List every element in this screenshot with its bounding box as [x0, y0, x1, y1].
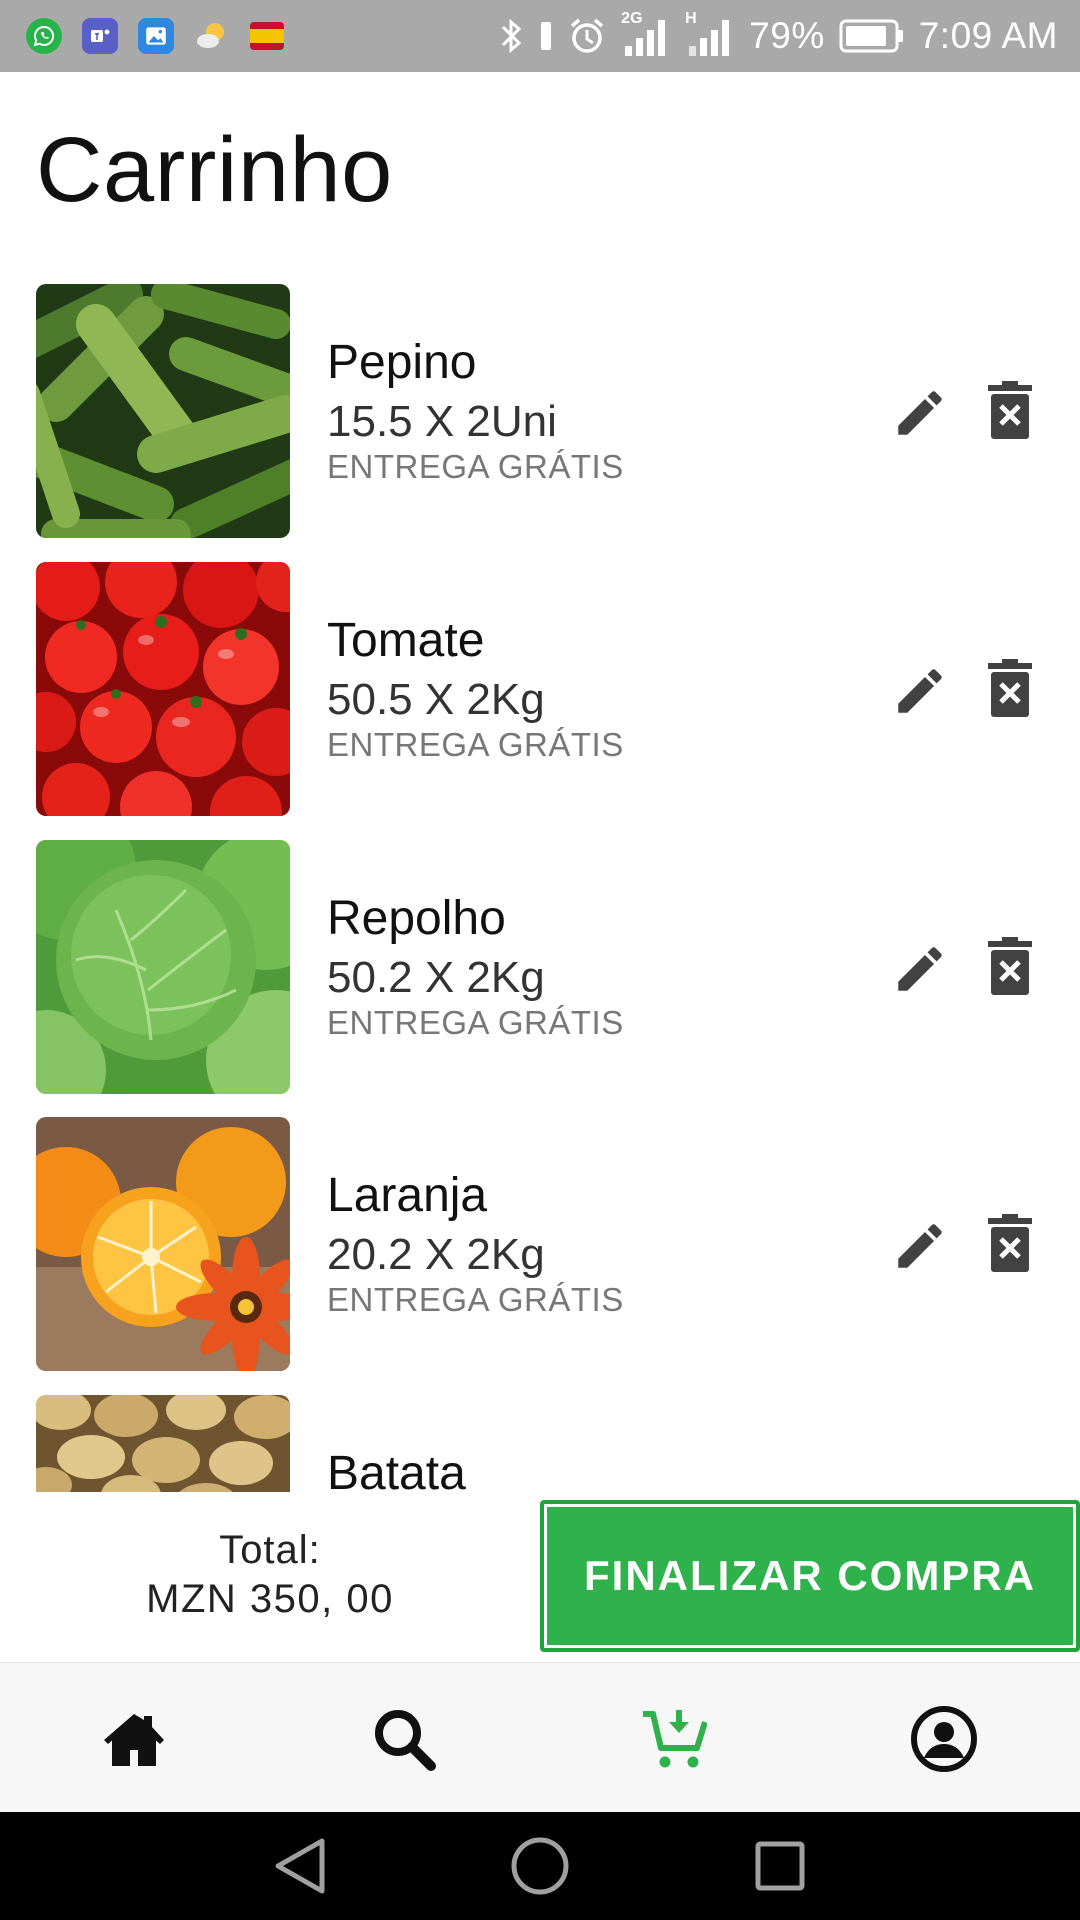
- edit-button[interactable]: [888, 659, 952, 723]
- product-image-laranja: [36, 1117, 290, 1371]
- item-delivery: ENTREGA GRÁTIS: [327, 726, 624, 763]
- alarm-icon: [571, 18, 604, 53]
- nav-cart[interactable]: [636, 1701, 712, 1777]
- item-details: Tomate 50.5 X 2Kg ENTREGA GRÁTIS: [327, 612, 624, 762]
- battery-percent: 79%: [749, 15, 825, 56]
- network-2g-label: 2G: [621, 10, 643, 27]
- item-details: Pepino 15.5 X 2Uni ENTREGA GRÁTIS: [327, 334, 624, 484]
- system-recents-button[interactable]: [748, 1834, 812, 1898]
- profile-icon: [911, 1706, 977, 1772]
- delete-button[interactable]: [984, 655, 1036, 721]
- total-block: Total: MZN 350, 00: [0, 1526, 540, 1624]
- signal-h-icon: H: [685, 10, 735, 60]
- trash-icon: [988, 1214, 1032, 1272]
- product-image-repolho: [36, 840, 290, 1094]
- item-name: Repolho: [327, 892, 506, 945]
- item-quantity: 50.2 X 2Kg: [327, 953, 545, 1002]
- item-name: Batata: [327, 1447, 466, 1492]
- total-label: Total:: [219, 1528, 321, 1572]
- delete-button[interactable]: [984, 1210, 1036, 1276]
- notification-icons: [26, 18, 284, 54]
- item-delivery: ENTREGA GRÁTIS: [327, 1281, 624, 1318]
- nav-home[interactable]: [96, 1701, 172, 1777]
- item-delivery: ENTREGA GRÁTIS: [327, 448, 624, 485]
- edit-button[interactable]: [888, 1214, 952, 1278]
- pencil-icon: [898, 947, 942, 991]
- item-name: Laranja: [327, 1169, 488, 1222]
- cart-item[interactable]: Laranja 20.2 X 2Kg ENTREGA GRÁTIS: [0, 1117, 1080, 1371]
- recents-square-icon: [755, 1841, 805, 1891]
- back-triangle-icon: [275, 1838, 325, 1894]
- gallery-icon: [138, 18, 174, 54]
- system-home-button[interactable]: [508, 1834, 572, 1898]
- teams-icon: [82, 18, 118, 54]
- delete-button[interactable]: [984, 377, 1036, 443]
- cart-item[interactable]: Batata: [0, 1395, 1080, 1492]
- pencil-icon: [898, 391, 942, 435]
- home-circle-icon: [511, 1837, 569, 1895]
- pencil-icon: [898, 669, 942, 713]
- item-details: Batata: [327, 1445, 466, 1492]
- home-icon: [104, 1714, 164, 1766]
- checkout-bar: Total: MZN 350, 00 FINALIZAR COMPRA: [0, 1492, 1080, 1662]
- bluetooth-icon: [502, 18, 522, 54]
- cart-download-icon: [643, 1710, 707, 1768]
- cart-list[interactable]: Pepino 15.5 X 2Uni ENTREGA GRÁTIS Tomate…: [0, 284, 1080, 1492]
- whatsapp-icon: [26, 18, 62, 54]
- trash-icon: [988, 937, 1032, 995]
- item-name: Pepino: [327, 336, 477, 389]
- pencil-icon: [898, 1224, 942, 1268]
- page-title: Carrinho: [36, 119, 393, 221]
- item-quantity: 50.5 X 2Kg: [327, 675, 545, 724]
- total-value: MZN 350, 00: [146, 1577, 394, 1621]
- vibrate-icon: [541, 22, 552, 50]
- cart-item[interactable]: Tomate 50.5 X 2Kg ENTREGA GRÁTIS: [0, 562, 1080, 816]
- trash-icon: [988, 381, 1032, 439]
- system-navigation-bar: [0, 1812, 1080, 1920]
- edit-button[interactable]: [888, 381, 952, 445]
- product-image-pepino: [36, 284, 290, 538]
- item-details: Laranja 20.2 X 2Kg ENTREGA GRÁTIS: [327, 1167, 624, 1317]
- search-icon: [375, 1710, 436, 1771]
- clock: 7:09 AM: [918, 15, 1058, 56]
- item-details: Repolho 50.2 X 2Kg ENTREGA GRÁTIS: [327, 890, 624, 1040]
- network-h-label: H: [685, 10, 697, 27]
- nav-search[interactable]: [366, 1701, 442, 1777]
- system-back-button[interactable]: [268, 1834, 332, 1898]
- cart-item[interactable]: Pepino 15.5 X 2Uni ENTREGA GRÁTIS: [0, 284, 1080, 538]
- nav-profile[interactable]: [906, 1701, 982, 1777]
- product-image-tomate: [36, 562, 290, 816]
- spain-flag-icon: [250, 22, 284, 50]
- weather-icon: [194, 18, 230, 54]
- item-name: Tomate: [327, 614, 485, 667]
- item-quantity: 15.5 X 2Uni: [327, 397, 557, 446]
- battery-icon: [839, 19, 903, 53]
- item-quantity: 20.2 X 2Kg: [327, 1230, 545, 1279]
- status-bar: 2G H 79% 7:09 AM: [0, 0, 1080, 72]
- cart-item[interactable]: Repolho 50.2 X 2Kg ENTREGA GRÁTIS: [0, 840, 1080, 1094]
- trash-icon: [988, 659, 1032, 717]
- delete-button[interactable]: [984, 933, 1036, 999]
- signal-2g-icon: 2G: [621, 10, 671, 60]
- edit-button[interactable]: [888, 937, 952, 1001]
- finalize-purchase-button[interactable]: FINALIZAR COMPRA: [540, 1500, 1080, 1652]
- item-delivery: ENTREGA GRÁTIS: [327, 1004, 624, 1041]
- product-image-batata: [36, 1395, 290, 1492]
- bottom-navigation: [0, 1662, 1080, 1812]
- system-indicators: 2G H 79% 7:09 AM: [499, 10, 1058, 60]
